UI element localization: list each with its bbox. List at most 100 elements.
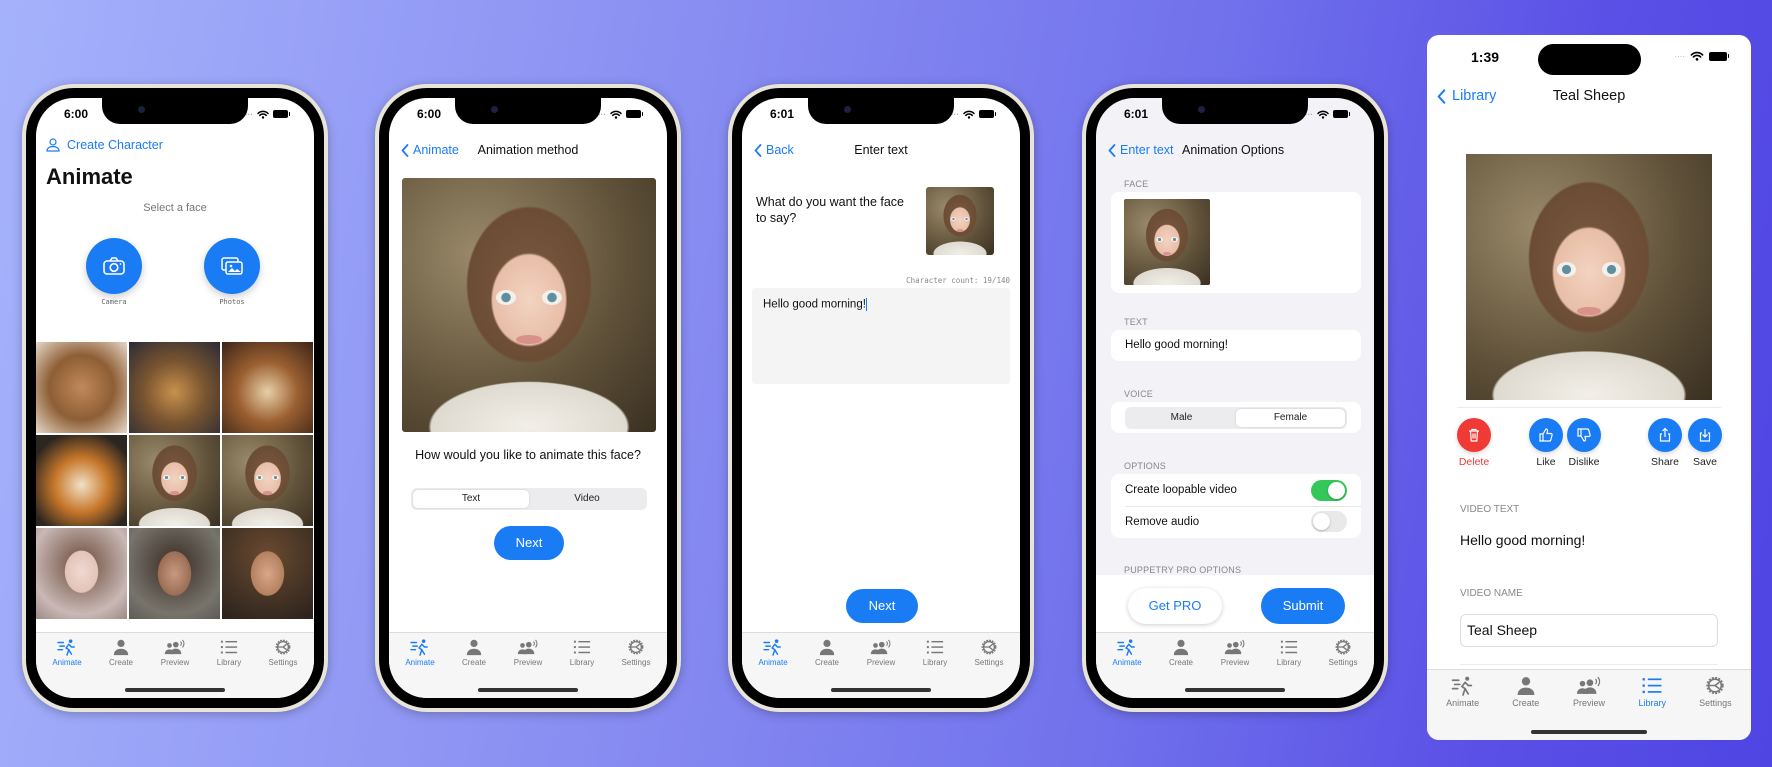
thumbs-up-icon — [1539, 428, 1553, 442]
video-name-input[interactable]: Teal Sheep — [1460, 614, 1718, 647]
home-indicator — [478, 688, 578, 692]
notch — [1162, 98, 1308, 124]
tab-animate[interactable]: Animate — [1431, 672, 1494, 740]
battery-icon — [1333, 110, 1350, 118]
character-count: Character count: 19/140 — [906, 276, 1010, 285]
status-time: 6:01 — [770, 107, 795, 121]
segment-text[interactable]: Text — [413, 490, 529, 508]
tab-animate[interactable]: Animate — [40, 635, 94, 698]
face-tile[interactable] — [36, 435, 127, 526]
camera-button[interactable]: Camera — [86, 238, 142, 306]
select-face-label: Select a face — [143, 202, 207, 214]
back-button[interactable]: Animate — [401, 143, 459, 157]
tab-animate[interactable]: Animate — [393, 635, 447, 698]
tab-settings[interactable]: Settings — [1316, 635, 1370, 698]
running-figure-icon — [409, 638, 431, 656]
notch — [808, 98, 954, 124]
gear-icon — [978, 638, 1000, 656]
status-time: 6:00 — [417, 107, 442, 121]
people-speaking-icon — [164, 638, 186, 656]
dislike-button[interactable]: Dislike — [1567, 418, 1601, 468]
person-icon — [110, 638, 132, 656]
segment-female[interactable]: Female — [1236, 409, 1345, 427]
next-button[interactable]: Next — [494, 526, 564, 560]
remove-audio-label: Remove audio — [1125, 516, 1200, 528]
face-tile[interactable] — [222, 528, 313, 619]
delete-button[interactable]: Delete — [1457, 418, 1491, 468]
back-button[interactable]: Library — [1437, 88, 1496, 104]
remove-audio-toggle[interactable] — [1311, 511, 1347, 532]
tab-settings[interactable]: Settings — [256, 635, 310, 698]
face-tile[interactable] — [129, 435, 220, 526]
face-tile[interactable] — [222, 435, 313, 526]
share-icon — [1659, 427, 1671, 442]
text-input[interactable]: Hello good morning! — [752, 288, 1010, 384]
submit-button[interactable]: Submit — [1261, 588, 1345, 624]
photos-button[interactable]: Photos — [204, 238, 260, 306]
share-button[interactable]: Share — [1648, 418, 1682, 468]
gear-icon — [1702, 675, 1728, 696]
trash-icon — [1469, 428, 1479, 442]
next-button[interactable]: Next — [846, 589, 918, 623]
home-indicator — [831, 688, 931, 692]
list-icon — [1278, 638, 1300, 656]
tab-bar: Animate Create Preview Library Settings — [36, 632, 314, 698]
status-icons: ···· — [1674, 51, 1729, 61]
face-tile[interactable] — [36, 342, 127, 433]
wifi-icon — [1317, 110, 1329, 119]
text-value-card[interactable]: Hello good morning! — [1111, 330, 1361, 361]
face-tile[interactable] — [36, 528, 127, 619]
wifi-icon — [610, 110, 622, 119]
person-icon — [816, 638, 838, 656]
tab-settings[interactable]: Settings — [609, 635, 663, 698]
wifi-icon — [963, 110, 975, 119]
signal-icon: ···· — [1674, 51, 1685, 61]
create-character-link[interactable]: Create Character — [46, 138, 163, 152]
video-text-value: Hello good morning! — [1460, 532, 1586, 548]
tab-animate[interactable]: Animate — [1100, 635, 1154, 698]
back-button[interactable]: Enter text — [1108, 143, 1174, 157]
tab-animate[interactable]: Animate — [746, 635, 800, 698]
photos-icon — [221, 257, 243, 275]
phone-animation-options-screen: 6:01 ···· Enter text Animation Options F… — [1082, 84, 1388, 712]
like-button[interactable]: Like — [1529, 418, 1563, 468]
dynamic-island — [1538, 44, 1641, 75]
face-tile[interactable] — [129, 528, 220, 619]
pro-options-section-label: PUPPETRY PRO OPTIONS — [1124, 565, 1242, 575]
face-tile[interactable] — [222, 342, 313, 433]
tab-settings[interactable]: Settings — [962, 635, 1016, 698]
battery-icon — [979, 110, 996, 118]
people-speaking-icon — [870, 638, 892, 656]
running-figure-icon — [1450, 675, 1476, 696]
chevron-left-icon — [1437, 89, 1446, 104]
segment-male[interactable]: Male — [1127, 409, 1236, 427]
nav-bar: Enter text Animation Options — [1096, 138, 1374, 162]
say-prompt: What do you want the face to say? — [756, 195, 905, 225]
list-icon — [571, 638, 593, 656]
loopable-video-toggle[interactable] — [1311, 480, 1347, 501]
get-pro-button[interactable]: Get PRO — [1128, 588, 1222, 624]
video-preview[interactable] — [1466, 154, 1712, 400]
save-button[interactable]: Save — [1688, 418, 1722, 468]
tab-bar: Animate Create Preview Library Settings — [742, 632, 1020, 698]
nav-bar: Teal Sheep Library — [1427, 88, 1751, 112]
screen-video-detail: 1:39 ···· Teal Sheep Library Delete Like… — [1427, 35, 1751, 740]
chevron-left-icon — [401, 144, 409, 157]
face-tile[interactable] — [129, 342, 220, 433]
text-cursor — [865, 298, 868, 311]
method-segmented-control: Text Video — [411, 488, 647, 510]
screen-animation-options: 6:01 ···· Enter text Animation Options F… — [1096, 98, 1374, 698]
gear-icon — [1332, 638, 1354, 656]
home-indicator — [1531, 730, 1647, 734]
wifi-icon — [1690, 51, 1704, 61]
tab-settings[interactable]: Settings — [1684, 672, 1747, 740]
battery-icon — [1709, 51, 1729, 61]
segment-video[interactable]: Video — [529, 490, 645, 508]
back-button[interactable]: Back — [754, 143, 794, 157]
save-icon — [1699, 429, 1711, 442]
person-outline-icon — [46, 138, 60, 152]
voice-segmented-control: Male Female — [1125, 407, 1347, 429]
home-indicator — [1185, 688, 1285, 692]
divider — [1460, 664, 1718, 665]
video-text-label: VIDEO TEXT — [1460, 504, 1520, 515]
